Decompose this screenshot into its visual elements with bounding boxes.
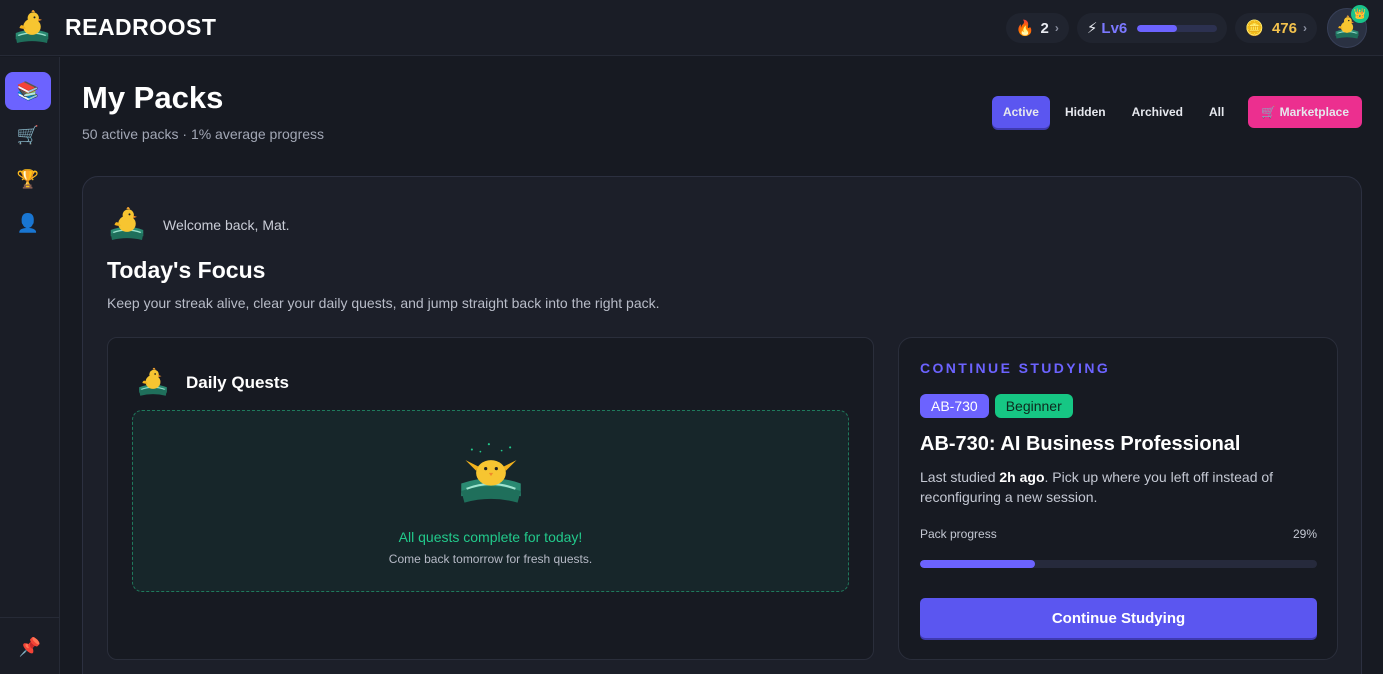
cart-icon: 🛒	[16, 124, 40, 145]
daily-quests-title: Daily Quests	[186, 373, 289, 392]
sidebar: 📚 🛒 🏆 👤 📌	[0, 57, 60, 674]
pack-progress-bar	[920, 560, 1317, 568]
crown-icon: 👑	[1351, 5, 1369, 23]
pack-tags: AB-730 Beginner	[920, 394, 1079, 418]
quests-complete-sub: Come back tomorrow for fresh quests.	[388, 552, 593, 566]
welcome-text: Welcome back, Mat.	[163, 217, 290, 233]
continue-studying-panel: CONTINUE STUDYING AB-730 Beginner AB-730…	[898, 337, 1338, 660]
chevron-right-icon: ›	[1054, 21, 1059, 35]
chick-mascot-icon	[136, 366, 170, 400]
page-subtitle: 50 active packs · 1% average progress	[82, 126, 325, 142]
coin-count: 476	[1271, 19, 1297, 37]
trophy-icon: 🏆	[16, 168, 40, 189]
continue-studying-label: CONTINUE STUDYING	[920, 360, 1111, 376]
avatar-button[interactable]: 👑	[1327, 5, 1369, 48]
lightning-icon: ⚡	[1086, 20, 1098, 37]
celebrating-chick-icon	[461, 443, 521, 503]
sidebar-item-packs[interactable]: 📚	[5, 72, 51, 110]
pack-last-studied: 2h ago	[999, 469, 1045, 485]
chick-mascot-icon	[107, 205, 147, 245]
chick-on-book-icon	[12, 8, 52, 48]
chevron-right-icon: ›	[1303, 21, 1307, 35]
sidebar-item-achievements[interactable]: 🏆	[5, 160, 51, 198]
coins-pill[interactable]: 🪙 476 ›	[1235, 13, 1317, 43]
sidebar-divider	[0, 617, 60, 618]
xp-progress-fill	[1137, 24, 1178, 32]
todays-focus-card: Welcome back, Mat. Today's Focus Keep yo…	[82, 176, 1362, 674]
brand[interactable]: READROOST	[12, 8, 216, 48]
books-icon: 📚	[16, 80, 40, 101]
app-name: READROOST	[65, 14, 217, 40]
quests-complete-box: All quests complete for today! Come back…	[132, 410, 849, 592]
focus-title: Today's Focus	[107, 257, 266, 283]
pack-progress-row: Pack progress 29%	[920, 527, 1317, 541]
top-right-stats: 🔥 2 › ⚡ Lv6 🪙 476 › 👑	[998, 5, 1369, 48]
welcome-row: Welcome back, Mat.	[107, 205, 290, 245]
coin-icon: 🪙	[1245, 20, 1264, 37]
pack-level-tag: Beginner	[994, 394, 1073, 418]
sidebar-item-profile[interactable]: 👤	[5, 204, 51, 242]
page-title: My Packs	[82, 80, 224, 115]
pack-title: AB-730: AI Business Professional	[920, 433, 1241, 455]
filter-all-button[interactable]: All	[1198, 96, 1235, 128]
pack-desc-prefix: Last studied	[920, 469, 1000, 485]
filter-archived-button[interactable]: Archived	[1121, 96, 1194, 128]
xp-progress-bar	[1137, 24, 1218, 32]
pack-code-tag: AB-730	[920, 394, 989, 418]
streak-count: 2	[1040, 19, 1049, 37]
focus-description: Keep your streak alive, clear your daily…	[107, 295, 660, 311]
fire-icon: 🔥	[1015, 20, 1035, 37]
pin-icon: 📌	[18, 636, 42, 657]
top-bar: READROOST 🔥 2 › ⚡ Lv6 🪙 476 › 👑	[0, 0, 1383, 56]
filter-hidden-button[interactable]: Hidden	[1054, 96, 1117, 128]
pin-sidebar-button[interactable]: 📌	[7, 630, 53, 664]
level-label: Lv6	[1101, 19, 1128, 37]
quests-complete-message: All quests complete for today!	[398, 529, 583, 545]
pack-description: Last studied 2h ago. Pick up where you l…	[920, 467, 1320, 507]
pack-progress-fill	[920, 560, 1036, 568]
pack-progress-label: Pack progress	[920, 527, 997, 541]
continue-studying-button[interactable]: Continue Studying	[920, 598, 1317, 638]
user-icon: 👤	[16, 212, 40, 233]
filter-active-button[interactable]: Active	[991, 96, 1050, 128]
streak-pill[interactable]: 🔥 2 ›	[1005, 13, 1069, 43]
marketplace-button[interactable]: 🛒 Marketplace	[1248, 96, 1362, 128]
sidebar-item-marketplace[interactable]: 🛒	[5, 116, 51, 154]
filter-tabs: Active Hidden Archived All 🛒 Marketplace	[988, 96, 1362, 128]
daily-quests-header: Daily Quests	[136, 366, 289, 400]
pack-progress-percent: 29%	[1292, 527, 1317, 541]
daily-quests-panel: Daily Quests All quests complete for tod…	[107, 337, 874, 660]
level-pill[interactable]: ⚡ Lv6	[1076, 13, 1228, 43]
